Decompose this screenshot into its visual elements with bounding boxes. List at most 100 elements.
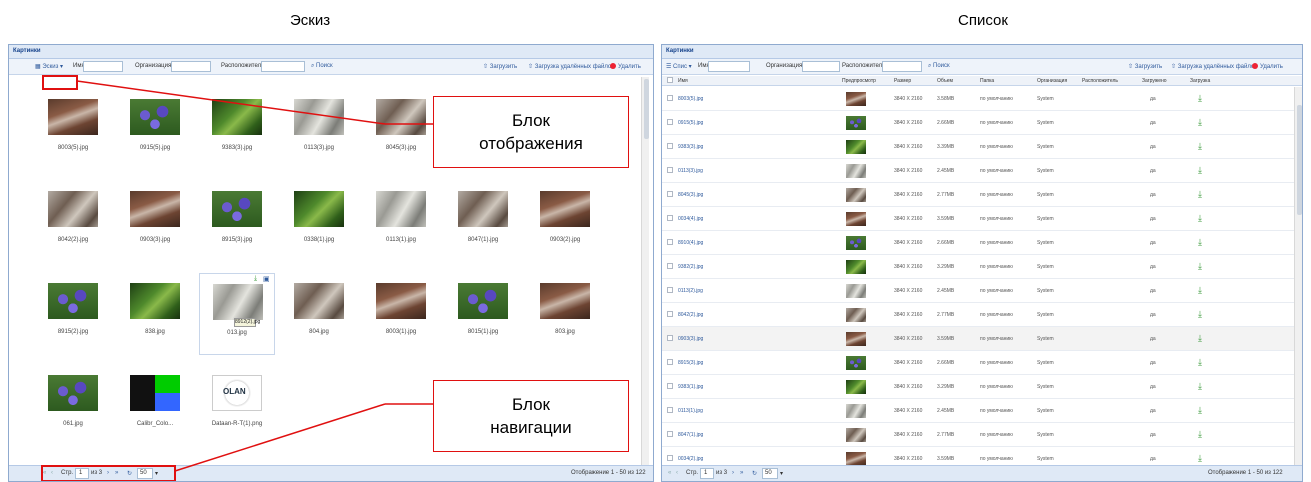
thumbnail-image[interactable]: [376, 283, 426, 319]
row-checkbox[interactable]: [667, 119, 673, 125]
thumbnail-item[interactable]: 804.jpg: [281, 273, 357, 355]
scroll-thumb[interactable]: [1297, 105, 1302, 215]
table-row[interactable]: 0113(3).jpg 3840 X 2160 2.45МВ по умолчанию…: [662, 159, 1294, 183]
thumbnail-image[interactable]: [212, 191, 262, 227]
next-page-button[interactable]: ›: [732, 470, 734, 476]
download-icon[interactable]: ⤓: [254, 275, 257, 283]
thumbnail-image[interactable]: [130, 283, 180, 319]
table-row[interactable]: 8003(5).jpg 3840 X 2160 3.58МВ по умолчанию…: [662, 87, 1294, 111]
edit-icon[interactable]: ▣: [263, 275, 270, 283]
download-icon[interactable]: ⤓: [1198, 357, 1202, 368]
search-button[interactable]: ⌕ Поиск: [928, 63, 950, 70]
thumbnail-image[interactable]: [130, 191, 180, 227]
download-icon[interactable]: ⤓: [1198, 189, 1202, 200]
table-row[interactable]: 0034(2).jpg 3840 X 2160 3.59МВ по умолчанию…: [662, 447, 1294, 465]
thumbnail-item[interactable]: 0915(5).jpg: [117, 89, 193, 171]
view-switch-button[interactable]: ☰ Спис ▾: [666, 63, 692, 70]
view-switch-button[interactable]: ▦ Эскиз ▾: [35, 63, 63, 70]
thumbnail-item[interactable]: 8915(3).jpg: [199, 181, 275, 263]
prev-page-button[interactable]: ‹: [676, 470, 678, 476]
thumbnail-item[interactable]: 8015(1).jpg: [445, 273, 521, 355]
search-button[interactable]: ⌕ Поиск: [311, 63, 333, 70]
thumbnail-item[interactable]: 8003(1).jpg: [363, 273, 439, 355]
thumbnail-item[interactable]: 8047(1).jpg: [445, 181, 521, 263]
thumbnail-image[interactable]: [48, 191, 98, 227]
first-page-button[interactable]: «: [668, 470, 671, 476]
thumbnail-image[interactable]: [540, 283, 590, 319]
thumbnail-item[interactable]: 0113(3).jpg: [281, 89, 357, 171]
place-input[interactable]: [261, 61, 305, 72]
table-row[interactable]: 8915(3).jpg 3840 X 2160 2.66МВ по умолчанию…: [662, 351, 1294, 375]
thumbnail-item[interactable]: 9383(3).jpg: [199, 89, 275, 171]
thumbnail-image[interactable]: OLAN: [212, 375, 262, 411]
scrollbar[interactable]: [641, 77, 649, 467]
thumbnail-item[interactable]: Calibr_Colo...: [117, 365, 193, 447]
col-org[interactable]: Организация: [1037, 78, 1067, 84]
col-folder[interactable]: Папка: [980, 78, 994, 84]
thumbnail-image[interactable]: [48, 375, 98, 411]
download-icon[interactable]: ⤓: [1198, 141, 1202, 152]
row-filename[interactable]: 9382(2).jpg: [678, 264, 703, 270]
table-row[interactable]: 8042(2).jpg 3840 X 2160 2.77МВ по умолчанию…: [662, 303, 1294, 327]
row-checkbox[interactable]: [667, 167, 673, 173]
row-checkbox[interactable]: [667, 311, 673, 317]
thumbnail-item[interactable]: 8003(5).jpg: [35, 89, 111, 171]
table-row[interactable]: 0903(3).jpg 3840 X 2160 3.59МВ по умолчанию…: [662, 327, 1294, 351]
download-icon[interactable]: ⤓: [1198, 453, 1202, 464]
thumbnail-image[interactable]: [130, 375, 180, 411]
thumbnail-image[interactable]: [458, 191, 508, 227]
row-filename[interactable]: 9383(1).jpg: [678, 384, 703, 390]
upload-remote-button[interactable]: ⇧ Загрузка удалённых файлов: [528, 63, 614, 70]
row-filename[interactable]: 8047(1).jpg: [678, 432, 703, 438]
page-size-dropdown-icon[interactable]: ▾: [780, 470, 783, 477]
thumbnail-image[interactable]: [376, 191, 426, 227]
select-all-checkbox[interactable]: [667, 77, 673, 83]
row-filename[interactable]: 0113(2).jpg: [678, 288, 703, 294]
download-icon[interactable]: ⤓: [1198, 405, 1202, 416]
thumbnail-item[interactable]: 803.jpg: [527, 273, 603, 355]
thumbnail-image[interactable]: [294, 191, 344, 227]
table-row[interactable]: 9382(2).jpg 3840 X 2160 3.29МВ по умолчанию…: [662, 255, 1294, 279]
table-row[interactable]: 8045(3).jpg 3840 X 2160 2.77МВ по умолчанию…: [662, 183, 1294, 207]
download-icon[interactable]: ⤓: [1198, 381, 1202, 392]
row-filename[interactable]: 8910(4).jpg: [678, 240, 703, 246]
upload-button[interactable]: ⇧ Загрузить: [483, 63, 517, 70]
col-preview[interactable]: Предпросмотр: [842, 78, 876, 84]
scrollbar[interactable]: [1294, 87, 1302, 465]
thumbnail-item[interactable]: 0113(1).jpg: [363, 181, 439, 263]
download-icon[interactable]: ⤓: [1198, 213, 1202, 224]
thumbnail-image[interactable]: [130, 99, 180, 135]
row-filename[interactable]: 9383(3).jpg: [678, 144, 703, 150]
row-filename[interactable]: 0034(4).jpg: [678, 216, 703, 222]
download-icon[interactable]: ⤓: [1198, 93, 1202, 104]
col-download[interactable]: Загрузка: [1190, 78, 1210, 84]
row-filename[interactable]: 0915(5).jpg: [678, 120, 703, 126]
row-checkbox[interactable]: [667, 407, 673, 413]
download-icon[interactable]: ⤓: [1198, 237, 1202, 248]
refresh-icon[interactable]: ↻: [752, 470, 757, 477]
delete-button[interactable]: Удалить: [610, 63, 641, 70]
page-input[interactable]: 1: [700, 468, 714, 479]
download-icon[interactable]: ⤓: [1198, 285, 1202, 296]
thumbnail-item[interactable]: 838.jpg: [117, 273, 193, 355]
page-size-input[interactable]: 50: [762, 468, 778, 479]
row-checkbox[interactable]: [667, 431, 673, 437]
download-icon[interactable]: ⤓: [1198, 165, 1202, 176]
name-input[interactable]: [83, 61, 123, 72]
col-size[interactable]: Объем: [937, 78, 953, 84]
row-filename[interactable]: 8045(3).jpg: [678, 192, 703, 198]
row-filename[interactable]: 0113(3).jpg: [678, 168, 703, 174]
table-row[interactable]: 0113(1).jpg 3840 X 2160 2.45МВ по умолчанию…: [662, 399, 1294, 423]
scroll-thumb[interactable]: [644, 79, 649, 139]
last-page-button[interactable]: »: [740, 470, 743, 476]
thumbnail-image[interactable]: [48, 99, 98, 135]
row-checkbox[interactable]: [667, 335, 673, 341]
thumbnail-item[interactable]: 8915(2).jpg: [35, 273, 111, 355]
col-place[interactable]: Расположитель: [1082, 78, 1118, 84]
org-input[interactable]: [802, 61, 840, 72]
table-row[interactable]: 8910(4).jpg 3840 X 2160 2.66МВ по умолчанию…: [662, 231, 1294, 255]
col-name[interactable]: Имя: [678, 78, 688, 84]
thumbnail-image[interactable]: [376, 99, 426, 135]
thumbnail-item[interactable]: 0903(2).jpg: [527, 181, 603, 263]
thumbnail-image[interactable]: [540, 191, 590, 227]
